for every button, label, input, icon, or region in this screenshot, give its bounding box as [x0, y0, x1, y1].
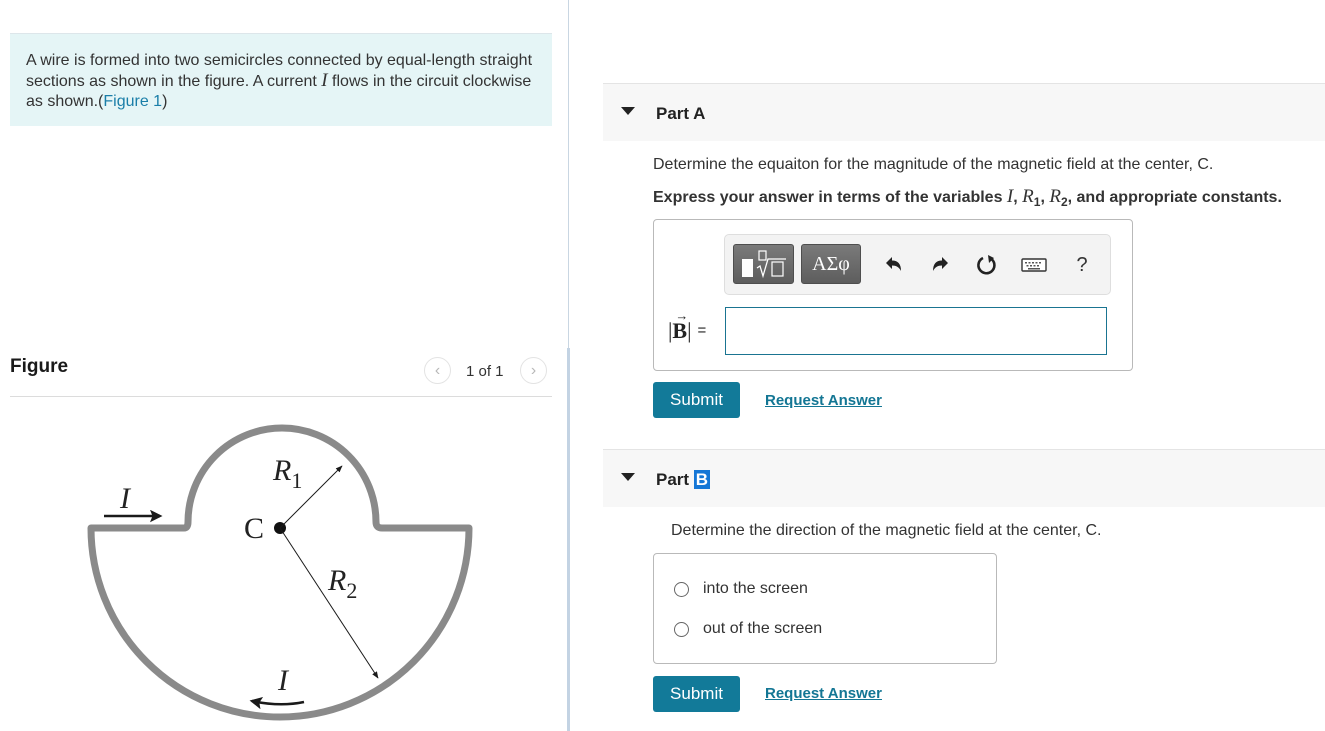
math-toolbar: ΑΣφ ?	[724, 234, 1111, 295]
label-r1: R1	[272, 454, 302, 493]
figure-divider	[10, 396, 552, 397]
part-a-title: Part A	[656, 104, 706, 123]
part-a-instruction: Express your answer in terms of the vari…	[653, 186, 1282, 210]
r2-radius-arrow	[279, 527, 379, 679]
part-b-question: Determine the direction of the magnetic …	[671, 522, 1102, 539]
keyboard-button[interactable]	[1021, 252, 1047, 278]
figure-pager-text: 1 of 1	[466, 363, 504, 380]
part-a-submit-button[interactable]: Submit	[653, 382, 740, 418]
figure-title: Figure	[10, 356, 69, 377]
part-a-header[interactable]: Part A	[603, 83, 1325, 141]
option-into-screen[interactable]: into the screen	[674, 580, 808, 598]
label-current-bottom: I	[277, 664, 290, 697]
answer-label: | → B| =	[668, 308, 707, 343]
radio-button[interactable]	[674, 621, 689, 637]
part-b-header[interactable]: Part B	[603, 449, 1325, 507]
templates-sqrt-icon	[741, 250, 786, 279]
part-a-question: Determine the equaiton for the magnitude…	[653, 156, 1214, 173]
reset-button[interactable]	[974, 252, 1000, 278]
chevron-right-icon: ›	[530, 361, 537, 379]
part-b-request-answer-link[interactable]: Request Answer	[765, 685, 882, 702]
paren-close: )	[162, 93, 168, 110]
current-arrow-bottom	[249, 696, 305, 710]
option-label: into the screen	[703, 580, 808, 597]
reset-icon	[977, 255, 996, 275]
problem-statement: A wire is formed into two semicircles co…	[10, 33, 552, 126]
part-b-title: Part B	[656, 470, 711, 489]
label-r2: R2	[327, 564, 357, 603]
keyboard-icon	[1021, 258, 1047, 272]
templates-button[interactable]	[733, 244, 794, 284]
previous-figure-button[interactable]: ‹	[424, 357, 451, 384]
option-label: out of the screen	[703, 620, 823, 637]
problem-text: A wire is formed into two semicircles co…	[26, 51, 536, 112]
pane-scrollbar[interactable]	[567, 348, 570, 731]
answer-input[interactable]	[725, 307, 1107, 355]
redo-button[interactable]	[927, 252, 953, 278]
figure-link[interactable]: Figure 1	[103, 93, 162, 110]
undo-icon	[886, 257, 901, 271]
undo-button[interactable]	[881, 252, 907, 278]
chevron-left-icon: ‹	[434, 361, 441, 379]
label-current-top: I	[119, 482, 132, 515]
direction-options: into the screen out of the screen	[653, 553, 997, 664]
caret-down-icon[interactable]	[621, 473, 635, 481]
next-figure-button[interactable]: ›	[520, 357, 547, 384]
part-a-request-answer-link[interactable]: Request Answer	[765, 392, 882, 409]
label-center: C	[244, 512, 264, 545]
option-out-of-screen[interactable]: out of the screen	[674, 620, 822, 638]
caret-down-icon[interactable]	[621, 107, 635, 115]
part-b-submit-button[interactable]: Submit	[653, 676, 740, 712]
greek-symbols-button[interactable]: ΑΣφ	[801, 244, 861, 284]
help-button[interactable]: ?	[1069, 252, 1095, 278]
redo-icon	[933, 257, 948, 271]
circuit-figure: I I C R1 R2	[87, 424, 473, 721]
radio-button[interactable]	[674, 581, 689, 597]
pane-divider	[568, 0, 569, 348]
